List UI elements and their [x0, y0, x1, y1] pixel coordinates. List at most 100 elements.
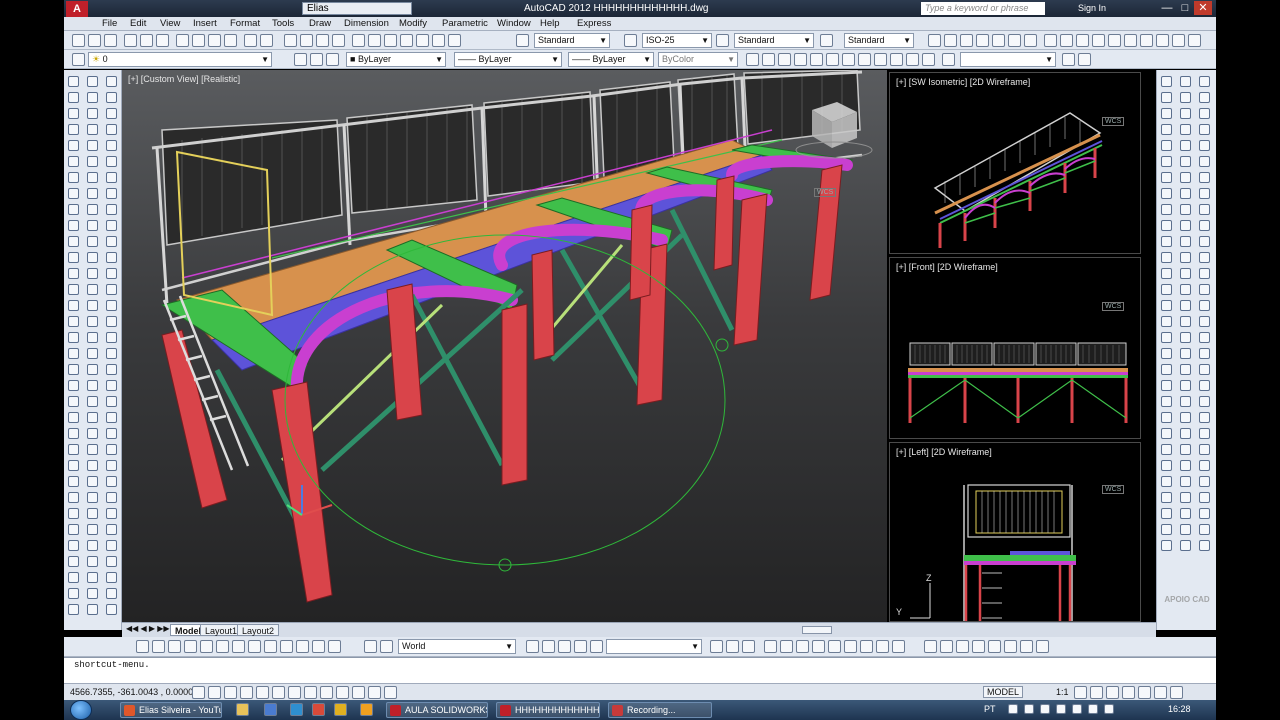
table-style-icon[interactable]: [716, 34, 729, 47]
help-icon[interactable]: [448, 34, 461, 47]
modify-tool-icon[interactable]: [1161, 332, 1172, 343]
modify-tool-icon[interactable]: [1180, 412, 1191, 423]
rotate-gizmo-icon[interactable]: [726, 640, 739, 653]
modify-tool-icon[interactable]: [1180, 428, 1191, 439]
ucs-previous-icon[interactable]: [168, 640, 181, 653]
modify-tool-icon[interactable]: [1161, 172, 1172, 183]
menu-modify[interactable]: Modify: [399, 18, 427, 29]
tray-icon[interactable]: [1008, 704, 1018, 714]
draw-tool-icon[interactable]: [87, 572, 98, 583]
modify-tool-icon[interactable]: [1199, 332, 1210, 343]
find-text-icon[interactable]: [972, 640, 985, 653]
draw-tool-icon[interactable]: [106, 268, 117, 279]
menu-tools[interactable]: Tools: [272, 18, 294, 29]
modify-tool-icon[interactable]: [1199, 540, 1210, 551]
draw-tool-icon[interactable]: [87, 204, 98, 215]
modify-tool-icon[interactable]: [1180, 540, 1191, 551]
modify-tool-icon[interactable]: [1180, 108, 1191, 119]
draw-tool-icon[interactable]: [106, 476, 117, 487]
sign-in-link[interactable]: Sign In: [1078, 3, 1106, 13]
color-combo[interactable]: ■ ByLayer ▼: [346, 52, 446, 67]
transparency-icon[interactable]: [368, 686, 381, 699]
draw-tool-icon[interactable]: [106, 108, 117, 119]
draw-tool-icon[interactable]: [68, 108, 79, 119]
edit-text-icon[interactable]: [956, 640, 969, 653]
draw-tool-icon[interactable]: [87, 476, 98, 487]
search-input[interactable]: Type a keyword or phrase: [921, 2, 1045, 15]
object-snap-icon[interactable]: [272, 686, 285, 699]
draw-tool-icon[interactable]: [106, 188, 117, 199]
taskbar-item-recording[interactable]: Recording...: [608, 702, 712, 718]
offset-icon[interactable]: [794, 53, 807, 66]
zoom-scale-icon[interactable]: [796, 640, 809, 653]
tab-nav-arrows[interactable]: ◀◀ ◀ ▶ ▶▶: [126, 624, 170, 633]
ucs-apply-icon[interactable]: [328, 640, 341, 653]
modify-tool-icon[interactable]: [1199, 92, 1210, 103]
modify-tool-icon[interactable]: [1180, 236, 1191, 247]
modify-tool-icon[interactable]: [1180, 524, 1191, 535]
arc-icon[interactable]: [1008, 34, 1021, 47]
polar-tracking-icon[interactable]: [256, 686, 269, 699]
modify-tool-icon[interactable]: [1161, 364, 1172, 375]
menu-express[interactable]: Express: [577, 18, 611, 29]
zoom-in-icon[interactable]: [844, 640, 857, 653]
modify-tool-icon[interactable]: [1199, 268, 1210, 279]
menu-draw[interactable]: Draw: [309, 18, 331, 29]
line-icon[interactable]: [928, 34, 941, 47]
draw-tool-icon[interactable]: [68, 476, 79, 487]
text-icon[interactable]: [924, 640, 937, 653]
modify-tool-icon[interactable]: [1161, 300, 1172, 311]
draw-tool-icon[interactable]: [68, 124, 79, 135]
modify-tool-icon[interactable]: [1161, 508, 1172, 519]
draw-tool-icon[interactable]: [106, 92, 117, 103]
ucs-view-icon[interactable]: [216, 640, 229, 653]
plot-icon[interactable]: [124, 34, 137, 47]
draw-tool-icon[interactable]: [106, 124, 117, 135]
3d-object-snap-icon[interactable]: [288, 686, 301, 699]
stretch-icon[interactable]: [874, 53, 887, 66]
annotation-visibility-icon[interactable]: [1074, 686, 1087, 699]
modify-tool-icon[interactable]: [1161, 284, 1172, 295]
draw-tool-icon[interactable]: [87, 236, 98, 247]
chrome-icon[interactable]: [312, 703, 325, 716]
draw-tool-icon[interactable]: [87, 172, 98, 183]
draw-tool-icon[interactable]: [68, 380, 79, 391]
draw-tool-icon[interactable]: [87, 332, 98, 343]
close-button[interactable]: ✕: [1194, 1, 1212, 15]
wcs-badge[interactable]: WCS: [1102, 302, 1125, 311]
modify-tool-icon[interactable]: [1180, 140, 1191, 151]
tray-icon[interactable]: [1072, 704, 1082, 714]
osnap-midpoint-icon[interactable]: [1060, 34, 1073, 47]
menu-dimension[interactable]: Dimension: [344, 18, 389, 29]
clean-screen-icon[interactable]: [1170, 686, 1183, 699]
modify-tool-icon[interactable]: [1199, 204, 1210, 215]
tray-icon[interactable]: [1056, 704, 1066, 714]
wcs-badge[interactable]: WCS: [1102, 485, 1125, 494]
modify-tool-icon[interactable]: [1180, 188, 1191, 199]
properties-icon[interactable]: [352, 34, 365, 47]
zoom-window-icon[interactable]: [316, 34, 329, 47]
draw-tool-icon[interactable]: [68, 140, 79, 151]
modify-tool-icon[interactable]: [1199, 396, 1210, 407]
modify-tool-icon[interactable]: [1199, 348, 1210, 359]
dim-style-combo[interactable]: ISO-25 ▼: [642, 33, 712, 48]
viewport-main[interactable]: [+] [Custom View] [Realistic] WCS: [122, 70, 887, 622]
draw-tool-icon[interactable]: [106, 412, 117, 423]
draw-tool-icon[interactable]: [68, 156, 79, 167]
snap-mode-icon[interactable]: [208, 686, 221, 699]
draw-tool-icon[interactable]: [68, 508, 79, 519]
ucs-x-icon[interactable]: [280, 640, 293, 653]
draw-tool-icon[interactable]: [68, 604, 79, 615]
tool-palettes-icon[interactable]: [384, 34, 397, 47]
modify-tool-icon[interactable]: [1199, 124, 1210, 135]
modify-tool-icon[interactable]: [1161, 460, 1172, 471]
draw-tool-icon[interactable]: [87, 444, 98, 455]
zoom-out-icon[interactable]: [860, 640, 873, 653]
skype-icon[interactable]: [290, 703, 303, 716]
folder-icon[interactable]: [334, 703, 347, 716]
viewport-left[interactable]: [+] [Left] [2D Wireframe] Z Y WCS: [889, 442, 1141, 622]
free-orbit-icon[interactable]: [574, 640, 587, 653]
draw-tool-icon[interactable]: [87, 508, 98, 519]
dim-style-icon[interactable]: [624, 34, 637, 47]
text-style-icon[interactable]: [516, 34, 529, 47]
